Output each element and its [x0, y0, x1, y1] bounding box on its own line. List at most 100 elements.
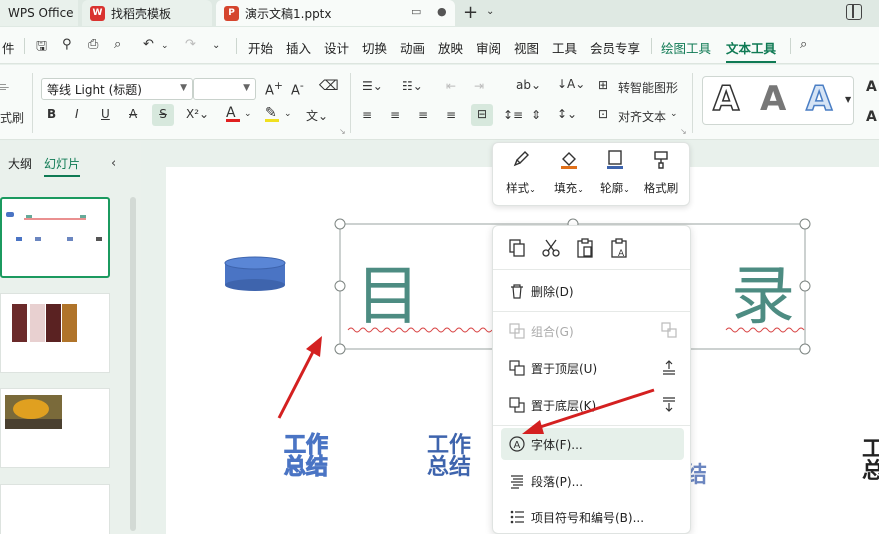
- font-size-select[interactable]: ▼: [193, 78, 256, 100]
- text-direction-icon[interactable]: ab⌄: [516, 78, 541, 92]
- align-text-icon[interactable]: ⊡: [598, 107, 608, 121]
- style-button[interactable]: 样式⌄: [503, 149, 539, 196]
- slide-thumbnail-4[interactable]: [0, 484, 110, 534]
- menu-text-tools[interactable]: 文本工具: [726, 38, 777, 63]
- format-painter-icon[interactable]: ⌯: [0, 77, 9, 95]
- chevron-down-icon[interactable]: ⌄: [486, 6, 494, 17]
- screen-icon[interactable]: ▭: [411, 5, 421, 18]
- bold-icon[interactable]: B: [47, 107, 56, 121]
- paste-icon[interactable]: [575, 238, 595, 258]
- clear-format-icon[interactable]: ⌫: [319, 78, 339, 94]
- tab-outline[interactable]: 大纲: [8, 155, 32, 172]
- redo-icon[interactable]: ↷: [185, 37, 196, 52]
- strikethrough-icon[interactable]: A: [129, 107, 137, 121]
- fill-button[interactable]: 填充⌄: [549, 149, 589, 196]
- outline-button[interactable]: 轮廓⌄: [595, 149, 635, 196]
- justify-icon[interactable]: ≡: [446, 108, 456, 122]
- slide-thumbnail-1[interactable]: [0, 197, 110, 278]
- summary-item-2[interactable]: 工作 总结: [424, 435, 474, 479]
- font-name-select[interactable]: 等线 Light (标题) ▼: [41, 78, 193, 100]
- numbered-list-icon[interactable]: ☷⌄: [402, 79, 423, 93]
- line-spacing-icon[interactable]: ↕≡: [503, 108, 523, 122]
- chevron-down-icon[interactable]: ⌄: [244, 109, 252, 119]
- slide-thumbnail-2[interactable]: [0, 293, 110, 373]
- align-right-icon[interactable]: ≡: [418, 108, 428, 122]
- more-quick-icon[interactable]: ⌄: [212, 40, 220, 51]
- ungroup-icon[interactable]: [661, 322, 677, 338]
- text-outline-icon[interactable]: A: [866, 109, 877, 125]
- menu-item-delete[interactable]: 删除(D): [501, 275, 684, 307]
- distribute-icon[interactable]: ⊟: [471, 104, 493, 126]
- copy-icon[interactable]: [507, 238, 527, 258]
- smartart-icon[interactable]: ⊞: [598, 78, 608, 92]
- new-tab-button[interactable]: +: [463, 2, 478, 23]
- wordart-style-3[interactable]: A: [805, 78, 833, 120]
- menu-file[interactable]: 件: [2, 38, 15, 57]
- collapse-panel-icon[interactable]: ‹: [111, 156, 116, 171]
- tab-template-store[interactable]: W 找稻壳模板: [82, 0, 212, 26]
- increase-indent-icon[interactable]: ⇥: [474, 79, 484, 93]
- superscript-icon[interactable]: X²⌄: [186, 107, 209, 121]
- wordart-style-2[interactable]: A: [760, 79, 786, 119]
- bullet-list-icon[interactable]: ☰⌄: [362, 79, 383, 93]
- decrease-font-icon[interactable]: A-: [291, 79, 304, 98]
- menu-item-bullets[interactable]: 项目符号和编号(B)...: [501, 501, 684, 533]
- wordart-style-1[interactable]: A: [712, 78, 740, 120]
- line-height-icon[interactable]: ↕⌄: [557, 107, 577, 121]
- slide-panel-scrollbar[interactable]: [130, 197, 136, 531]
- gallery-more-icon[interactable]: ▼: [845, 95, 851, 104]
- tab-slides[interactable]: 幻灯片: [44, 155, 81, 177]
- save-icon[interactable]: 🖫: [36, 37, 47, 59]
- menu-view[interactable]: 视图: [514, 38, 539, 57]
- undo-icon[interactable]: ↶: [143, 37, 154, 52]
- tab-wps-office[interactable]: WPS Office: [0, 0, 78, 26]
- chevron-down-icon[interactable]: ⌄: [670, 109, 678, 119]
- search-icon[interactable]: ⌕: [800, 37, 807, 52]
- menu-design[interactable]: 设计: [324, 38, 349, 57]
- highlight-icon[interactable]: ✎: [265, 105, 279, 122]
- underline-icon[interactable]: U: [101, 107, 110, 121]
- slide-title-right[interactable]: 录: [731, 265, 795, 329]
- print-icon[interactable]: ⎙: [88, 37, 98, 52]
- menu-insert[interactable]: 插入: [286, 38, 311, 57]
- font-color-icon[interactable]: A: [226, 105, 240, 122]
- chevron-down-icon[interactable]: ⌄: [284, 109, 292, 119]
- align-text-label[interactable]: 对齐文本: [618, 108, 666, 125]
- convert-smartart-label[interactable]: 转智能图形: [618, 79, 678, 96]
- summary-item-1[interactable]: 工作 总结: [281, 434, 331, 479]
- text-effects-gallery[interactable]: A A A: [702, 76, 854, 125]
- menu-review[interactable]: 审阅: [476, 38, 501, 57]
- align-left-icon[interactable]: ≡: [362, 108, 372, 122]
- link-icon[interactable]: ⚲: [62, 37, 72, 52]
- menu-transition[interactable]: 切换: [362, 38, 387, 57]
- dialog-launcher-icon[interactable]: ↘: [339, 127, 346, 136]
- menu-item-bring-to-front[interactable]: 置于顶层(U): [501, 352, 684, 384]
- slide-title-left[interactable]: 目: [356, 265, 420, 329]
- dialog-launcher-icon[interactable]: ↘: [680, 127, 687, 136]
- menu-tools[interactable]: 工具: [552, 38, 577, 57]
- increase-font-icon[interactable]: A+: [265, 79, 283, 98]
- format-painter-button[interactable]: 格式刷: [641, 149, 681, 196]
- menu-animation[interactable]: 动画: [400, 38, 425, 57]
- format-painter-label[interactable]: 式刷: [0, 109, 24, 126]
- sidebar-toggle-icon[interactable]: [846, 4, 862, 20]
- cut-icon[interactable]: [541, 238, 561, 258]
- undo-dropdown-icon[interactable]: ⌄: [161, 41, 169, 51]
- tab-document[interactable]: P 演示文稿1.pptx ▭ ●: [216, 0, 455, 26]
- menu-drawing-tools[interactable]: 绘图工具: [661, 38, 711, 57]
- bring-forward-icon[interactable]: [661, 359, 677, 375]
- paste-text-only-icon[interactable]: A: [609, 238, 629, 259]
- send-backward-icon[interactable]: [661, 396, 677, 412]
- text-fill-icon[interactable]: A: [866, 79, 877, 95]
- print-preview-icon[interactable]: ⌕: [114, 37, 121, 52]
- menu-item-paragraph[interactable]: 段落(P)...: [501, 465, 684, 497]
- sort-icon[interactable]: ↓A⌄: [557, 77, 585, 91]
- italic-icon[interactable]: I: [75, 107, 79, 121]
- menu-home[interactable]: 开始: [248, 38, 273, 57]
- paragraph-spacing-icon[interactable]: ⇕: [531, 108, 541, 122]
- slide-thumbnail-3[interactable]: [0, 388, 110, 468]
- menu-slideshow[interactable]: 放映: [438, 38, 463, 57]
- summary-item-4-partial[interactable]: 工总: [862, 439, 879, 483]
- phonetic-guide-icon[interactable]: 文⌄: [306, 107, 328, 124]
- shadow-icon[interactable]: S: [152, 104, 174, 126]
